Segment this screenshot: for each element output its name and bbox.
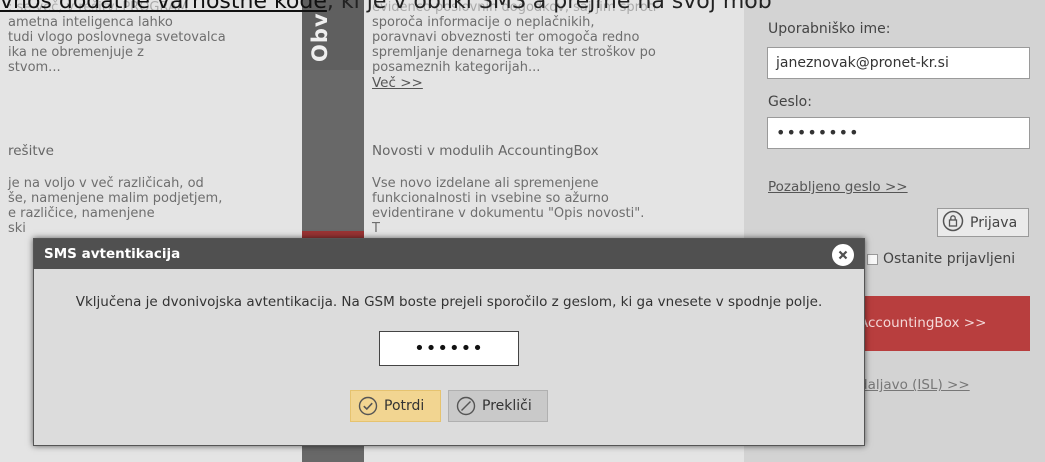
top-banner-text: , ki je v obliki SMS a prejme na svoj mo… [326,0,772,14]
text-line: spremljanje denarnega toka ter stroškov … [372,45,656,60]
login-button[interactable]: Prijava [937,208,1029,237]
cancel-button-label: Prekliči [482,398,532,414]
check-circle-icon [358,396,378,416]
stay-logged-in-checkbox[interactable] [867,254,878,265]
confirm-button[interactable]: Potrdi [350,390,441,422]
top-banner: vnos dodatne varnostne kode, ki je v obl… [0,0,1045,13]
text-line: Vse novo izdelane ali spremenjene [372,176,599,191]
text-line: funkcionalnosti in vsebine so ažurno [372,191,609,206]
sms-code-input[interactable]: •••••• [379,331,519,366]
text-line: še, namenjene malim podjetjem, [8,191,223,206]
text-line: ski [8,221,26,236]
login-button-label: Prijava [970,214,1018,231]
text-line: T [372,221,380,236]
dialog-message: Vključena je dvonivojska avtentikacija. … [75,294,823,310]
text-line: evidentirane v dokumentu "Opis novosti". [372,206,645,221]
remote-support-link[interactable]: daljavo (ISL) >> [859,377,970,393]
top-banner-link[interactable]: vnos dodatne varnostne kode [0,0,327,14]
middle-paragraph-2: Vse novo izdelane ali spremenjene funkci… [372,176,644,236]
text-line: sporoča informacije o neplačnikih, [372,15,595,30]
text-line: e različice, namenjene [8,206,155,221]
text-line: tudi vlogo poslovnega svetovalca [8,30,226,45]
username-label: Uporabniško ime: [768,21,891,37]
cancel-button[interactable]: Prekliči [448,390,548,422]
lock-icon [942,210,964,236]
text-line: posameznih kategorijah... [372,60,541,75]
close-icon[interactable] [832,244,854,266]
cancel-circle-icon [456,396,476,416]
stay-logged-in-label: Ostanite prijavljeni [883,251,1016,267]
dialog-header: SMS avtentikacija [34,239,864,269]
forgot-password-link[interactable]: Pozabljeno geslo >> [768,179,908,195]
more-link[interactable]: Več >> [372,75,656,91]
text-line: stvom... [8,60,61,75]
middle-heading: Novosti v modulih AccountingBox [372,143,599,159]
sms-auth-dialog: SMS avtentikacija Vključena je dvonivojs… [33,238,865,446]
password-label: Geslo: [768,94,812,110]
dialog-title: SMS avtentikacija [44,246,181,262]
text-line: ika ne obremenjuje z [8,45,144,60]
password-input[interactable]: •••••••• [767,117,1030,149]
text-line: je na voljo v več različicah, od [8,176,204,191]
left-paragraph-2: je na voljo v več različicah, od še, nam… [8,176,222,236]
text-line: poravnavi obveznosti ter omogoča redno [372,30,640,45]
text-line: ametna inteligenca lahko [8,15,173,30]
confirm-button-label: Potrdi [384,398,425,414]
left-heading: rešitve [8,143,54,159]
username-input[interactable]: janeznovak@pronet-kr.si [767,47,1030,79]
vertical-tab-label: Obv [308,12,332,62]
